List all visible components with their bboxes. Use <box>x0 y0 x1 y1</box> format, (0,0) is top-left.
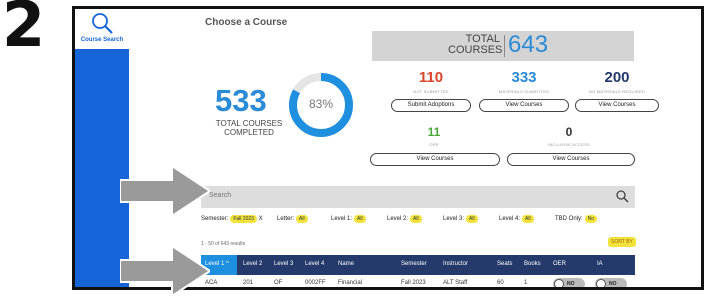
stat-value: 0 <box>565 125 573 139</box>
filter-level3: Level 3: All <box>443 215 478 223</box>
clear-semester-button[interactable]: X <box>259 216 263 222</box>
stat-value: 110 <box>418 69 444 86</box>
stat-value: 333 <box>511 69 537 86</box>
arrow-to-table-icon <box>120 246 210 296</box>
stat-caption: NOT SUBMITTED <box>413 89 449 94</box>
semester-select[interactable]: Fall 2023 <box>230 215 257 223</box>
sidebar-item-course-search[interactable]: Course Search <box>75 9 129 49</box>
filter-bar: Semester: Fall 2023 X Letter: All Level 1:… <box>201 215 641 227</box>
view-oer-courses-button[interactable]: View Courses <box>370 153 500 166</box>
cell-seats: 60 <box>497 280 504 286</box>
submit-adoptions-button[interactable]: Submit Adoptions <box>391 99 471 112</box>
stat-oer: 11 OER <box>394 125 474 147</box>
search-icon <box>92 13 113 34</box>
filter-level2: Level 2: All <box>387 215 422 223</box>
filter-level1: Level 1: All <box>331 215 366 223</box>
cell-books: 1 <box>524 280 528 286</box>
cell-name: Financial <box>338 280 363 286</box>
stat-caption: NO MATERIALS REQUIRED <box>589 89 645 94</box>
stat-inclusive-access: 0 INCLUSIVE ACCESS <box>529 125 609 147</box>
letter-select[interactable]: All <box>296 215 308 223</box>
toggle-knob <box>554 279 564 287</box>
divider <box>504 35 505 57</box>
level1-select[interactable]: All <box>354 215 366 223</box>
toggle-label: NO <box>609 281 617 287</box>
cell-instructor: ALT Staff <box>443 280 468 286</box>
filter-tbd: TBD Only: No <box>555 215 598 223</box>
search-icon[interactable] <box>615 189 629 203</box>
step-number: 2 <box>2 0 46 61</box>
total-courses-label: TOTAL COURSES <box>448 33 503 56</box>
filter-level4: Level 4: All <box>499 215 534 223</box>
stat-value: 11 <box>427 125 441 139</box>
toggle-label: NO <box>567 281 575 287</box>
stat-no-materials-required: 200 NO MATERIALS REQUIRED <box>575 69 659 94</box>
level2-select[interactable]: All <box>410 215 422 223</box>
column-header[interactable]: Books <box>524 261 541 267</box>
column-header[interactable]: OER <box>553 261 566 267</box>
sort-by-button[interactable]: SORT BY <box>608 237 636 247</box>
stat-caption: INCLUSIVE ACCESS <box>548 142 590 147</box>
column-header[interactable]: Seats <box>497 261 512 267</box>
cell-level3: OF <box>274 280 283 286</box>
arrow-to-search-icon <box>120 166 210 216</box>
toggle-knob <box>596 279 606 287</box>
cell-level2: 201 <box>243 280 254 286</box>
stat-not-submitted: 110 NOT SUBMITTED <box>391 69 471 94</box>
column-header[interactable]: Semester <box>401 261 427 267</box>
completed-count: 533 <box>215 83 267 118</box>
ia-toggle[interactable]: NO <box>595 278 627 287</box>
stat-materials-submitted: 333 MATERIALS SUBMITTED <box>479 69 569 94</box>
column-header[interactable]: Instructor <box>443 261 468 267</box>
total-courses-box: TOTAL COURSES 643 <box>372 31 634 61</box>
view-inclusive-courses-button[interactable]: View Courses <box>507 153 635 166</box>
table-header: Level 1 ^ Level 2 Level 3 Level 4 Name S… <box>201 255 635 275</box>
total-courses-value: 643 <box>508 31 549 58</box>
level3-select[interactable]: All <box>466 215 478 223</box>
column-header[interactable]: Level 4 <box>305 261 324 267</box>
view-required-courses-button[interactable]: View Courses <box>575 99 659 112</box>
cell-level4: 0002FF <box>305 280 326 286</box>
stat-caption: OER <box>429 142 439 147</box>
cell-semester: Fall 2023 <box>401 280 426 286</box>
filter-semester: Semester: Fall 2023 X <box>201 215 263 223</box>
level4-select[interactable]: All <box>522 215 534 223</box>
stat-value: 200 <box>604 69 630 86</box>
column-header[interactable]: Level 3 <box>274 261 293 267</box>
sidebar-header: Course Search <box>75 9 129 51</box>
view-submitted-courses-button[interactable]: View Courses <box>479 99 569 112</box>
search-placeholder: Search <box>209 192 232 199</box>
filter-letter: Letter: All <box>277 215 308 223</box>
column-header[interactable]: IA <box>597 261 603 267</box>
oer-toggle[interactable]: NO <box>553 278 585 287</box>
completed-label: TOTAL COURSES COMPLETED <box>215 119 283 137</box>
search-input[interactable]: Search <box>201 186 635 208</box>
table-row[interactable]: ACA 201 OF 0002FF Financial Fall 2023 AL… <box>201 275 635 287</box>
main-content: Choose a Course TOTAL COURSES 643 533 TO… <box>129 9 701 287</box>
sidebar-item-label: Course Search <box>80 37 124 43</box>
column-header[interactable]: Level 2 <box>243 261 262 267</box>
tbd-select[interactable]: No <box>584 215 598 223</box>
completion-percent: 83% <box>308 97 334 111</box>
column-header[interactable]: Name <box>338 261 354 267</box>
stat-caption: MATERIALS SUBMITTED <box>498 89 550 94</box>
page-title: Choose a Course <box>205 17 288 28</box>
